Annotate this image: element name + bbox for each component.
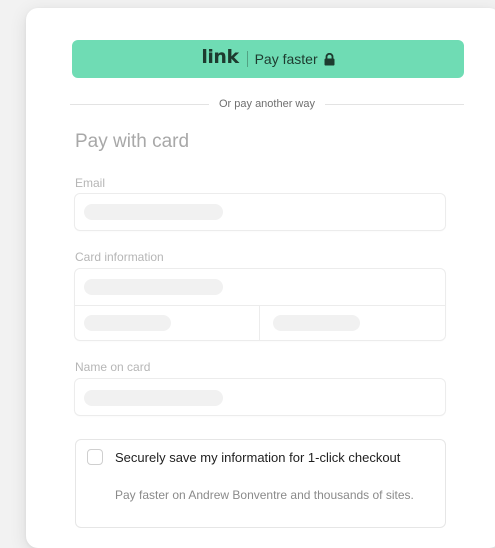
- save-info-option[interactable]: Securely save my information for 1-click…: [75, 439, 446, 528]
- save-info-title: Securely save my information for 1-click…: [115, 450, 401, 465]
- divider-text: Or pay another way: [219, 98, 315, 110]
- link-logo: link: [201, 45, 239, 68]
- card-cvc-placeholder-bar: [273, 315, 360, 331]
- divider-line-left: [70, 103, 209, 105]
- card-information-label: Card information: [75, 250, 164, 264]
- email-placeholder-bar: [84, 204, 223, 220]
- card-cvc-field[interactable]: [260, 306, 445, 340]
- name-on-card-label: Name on card: [75, 360, 151, 374]
- email-label: Email: [75, 176, 106, 190]
- save-info-checkbox[interactable]: [87, 449, 103, 465]
- link-pay-button[interactable]: link Pay faster: [72, 40, 464, 78]
- card-information-group: [74, 268, 446, 341]
- divider-line-right: [325, 103, 464, 105]
- link-button-divider: [246, 51, 248, 67]
- card-number-field[interactable]: [75, 269, 445, 305]
- name-on-card-field[interactable]: [74, 378, 446, 416]
- or-divider: Or pay another way: [70, 96, 464, 112]
- save-info-subtitle: Pay faster on Andrew Bonventre and thous…: [115, 488, 414, 502]
- card-expiry-field[interactable]: [75, 306, 259, 340]
- lock-icon: [324, 52, 335, 66]
- name-placeholder-bar: [84, 390, 223, 406]
- link-button-label: Pay faster: [254, 51, 318, 67]
- form-title: Pay with card: [75, 131, 190, 152]
- card-expiry-placeholder-bar: [84, 315, 171, 331]
- email-field[interactable]: [74, 193, 446, 231]
